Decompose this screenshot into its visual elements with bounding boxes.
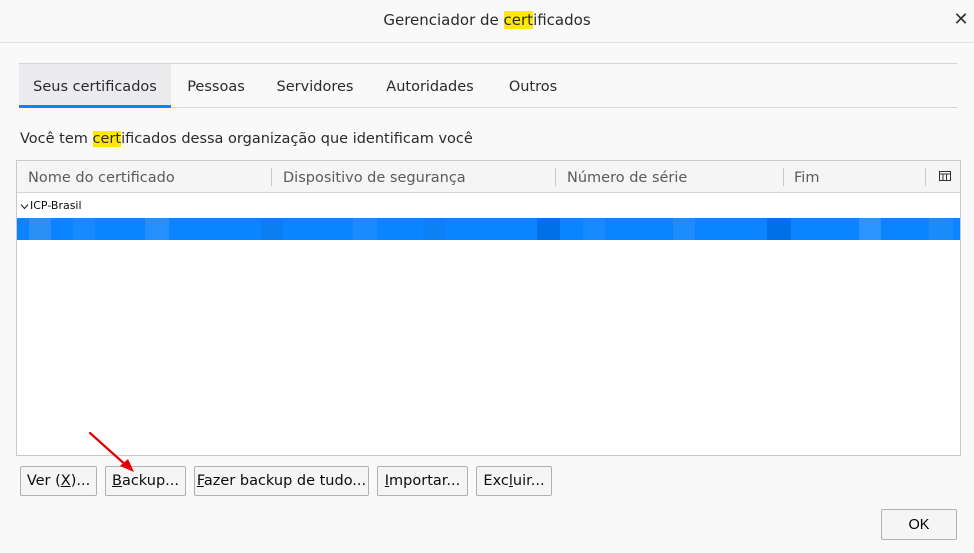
tab-your-certificates[interactable]: Seus certificados xyxy=(19,64,171,108)
tab-others[interactable]: Outros xyxy=(501,64,565,107)
redacted-block xyxy=(423,218,445,240)
import-button[interactable]: Importar... xyxy=(377,466,468,496)
view-button-accesskey: X xyxy=(60,473,71,489)
certificate-tree[interactable]: Nome do certificado Dispositivo de segur… xyxy=(16,160,961,456)
window-title-highlight: cert xyxy=(503,11,534,29)
redacted-block xyxy=(673,218,695,240)
delete-button-label: Exc xyxy=(483,473,509,489)
view-button-label: Ver ( xyxy=(26,473,61,489)
redacted-block xyxy=(145,218,169,240)
tab-strip: Seus certificados Pessoas Servidores Aut… xyxy=(19,63,957,108)
redacted-block xyxy=(537,218,560,240)
redacted-block xyxy=(767,218,791,240)
redacted-block xyxy=(261,218,283,240)
window-title-text: Gerenciador de xyxy=(383,11,504,29)
column-separator[interactable] xyxy=(925,168,926,186)
column-separator[interactable] xyxy=(783,168,784,186)
window-title-text-end: ificados xyxy=(533,11,591,29)
column-separator[interactable] xyxy=(271,168,272,186)
title-bar: Gerenciador de certificados ✕ xyxy=(0,0,974,43)
certificates-description: Você tem certificados dessa organização … xyxy=(20,131,473,147)
description-text-end: ificados dessa organização que identific… xyxy=(121,131,473,147)
tab-servers[interactable]: Servidores xyxy=(269,64,361,107)
description-highlight: cert xyxy=(92,131,122,147)
annotation-arrow-icon xyxy=(88,431,134,472)
ok-button[interactable]: OK xyxy=(881,509,957,540)
backup-all-button-accesskey: F xyxy=(196,473,204,489)
column-security-device[interactable]: Dispositivo de segurança xyxy=(283,161,466,193)
column-certificate-name[interactable]: Nome do certificado xyxy=(28,161,175,193)
redacted-block xyxy=(859,218,881,240)
window-title: Gerenciador de certificados xyxy=(0,11,974,29)
column-serial-number[interactable]: Número de série xyxy=(567,161,687,193)
tab-people[interactable]: Pessoas xyxy=(175,64,257,107)
import-button-label: mportar... xyxy=(389,473,461,489)
chevron-down-icon[interactable] xyxy=(20,202,29,211)
redacted-block xyxy=(583,218,605,240)
delete-button[interactable]: Excluir... xyxy=(476,466,552,496)
selected-certificate-row[interactable] xyxy=(17,218,960,240)
close-icon[interactable]: ✕ xyxy=(951,8,971,32)
redacted-block xyxy=(353,218,377,240)
column-separator[interactable] xyxy=(555,168,556,186)
tab-authorities[interactable]: Autoridades xyxy=(379,64,481,107)
redacted-block xyxy=(73,218,95,240)
description-text: Você tem xyxy=(20,131,93,147)
column-picker-icon[interactable] xyxy=(938,169,952,183)
backup-all-button-label: azer backup de tudo... xyxy=(203,473,367,489)
column-expires[interactable]: Fim xyxy=(794,161,819,193)
backup-all-button[interactable]: Fazer backup de tudo... xyxy=(194,466,369,496)
tree-header: Nome do certificado Dispositivo de segur… xyxy=(17,161,960,193)
tree-group-row[interactable]: ICP-Brasil xyxy=(17,196,960,216)
redacted-block xyxy=(929,218,953,240)
tree-group-label: ICP-Brasil xyxy=(30,199,82,212)
redacted-block xyxy=(29,218,51,240)
delete-button-label-end: uir... xyxy=(512,473,545,489)
